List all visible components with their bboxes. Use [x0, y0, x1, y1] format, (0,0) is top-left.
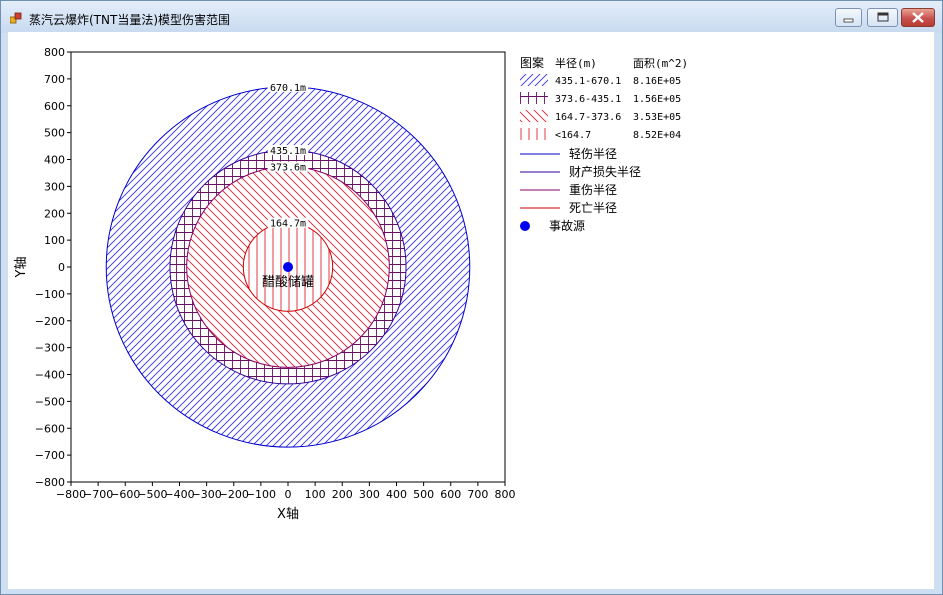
y-tick-label: 100	[44, 234, 65, 247]
x-tick-label: 500	[413, 488, 434, 501]
x-tick-label: 100	[305, 488, 326, 501]
x-tick-label: 200	[332, 488, 353, 501]
legend-swatch-3	[520, 128, 548, 140]
close-button[interactable]	[901, 8, 935, 27]
legend-line-label-0: 轻伤半径	[569, 147, 617, 161]
app-window: 蒸汽云爆炸(TNT当量法)模型伤害范围 670.1m 435.1m 373.6m…	[0, 0, 943, 595]
radius-label-3: 164.7m	[270, 219, 306, 230]
legend-range-0: 435.1-670.1	[555, 76, 621, 87]
y-tick-label: 500	[44, 127, 65, 140]
legend-swatch-2	[520, 110, 548, 122]
y-tick-label: −500	[35, 395, 65, 408]
legend-header-radius: 半径(m)	[555, 56, 597, 70]
x-tick-label: −500	[137, 488, 167, 501]
legend-source-label: 事故源	[549, 218, 585, 233]
title-bar[interactable]: 蒸汽云爆炸(TNT当量法)模型伤害范围	[1, 1, 942, 33]
y-tick-label: −700	[35, 449, 65, 462]
y-tick-label: 400	[44, 154, 65, 167]
y-tick-label: 200	[44, 207, 65, 220]
legend-area-1: 1.56E+05	[633, 94, 681, 105]
legend-area-0: 8.16E+05	[633, 76, 681, 87]
x-tick-label: 300	[359, 488, 380, 501]
y-tick-label: −300	[35, 342, 65, 355]
y-tick-label: 600	[44, 100, 65, 113]
legend-range-3: <164.7	[555, 130, 591, 141]
damage-range-chart: 670.1m435.1m373.6m164.7m醋酸储罐 −800−700−60…	[14, 46, 688, 522]
y-tick-label: 300	[44, 180, 65, 193]
x-tick-label: −300	[192, 488, 222, 501]
minimize-button[interactable]	[835, 8, 862, 27]
x-tick-label: 600	[440, 488, 461, 501]
legend-line-label-2: 重伤半径	[569, 183, 617, 197]
x-axis-title: X轴	[277, 507, 299, 522]
radius-label-1: 435.1m	[270, 146, 306, 157]
radius-label-0: 670.1m	[270, 83, 306, 94]
legend-range-1: 373.6-435.1	[555, 94, 621, 105]
legend-header-area: 面积(m^2)	[633, 57, 688, 70]
legend-swatch-0	[520, 74, 548, 86]
y-tick-label: −200	[35, 315, 65, 328]
legend-header-pattern: 图案	[520, 55, 544, 70]
y-tick-label: 700	[44, 73, 65, 86]
x-tick-label: 700	[467, 488, 488, 501]
legend-line-label-3: 死亡半径	[569, 201, 617, 215]
legend-swatch-1	[520, 92, 548, 104]
x-tick-label: −600	[110, 488, 140, 501]
x-tick-label: −100	[246, 488, 276, 501]
y-tick-label: −400	[35, 369, 65, 382]
app-icon	[10, 12, 22, 24]
close-icon	[912, 12, 924, 23]
maximize-button[interactable]	[867, 8, 898, 27]
window-title: 蒸汽云爆炸(TNT当量法)模型伤害范围	[29, 13, 231, 27]
y-tick-label: 800	[44, 46, 65, 59]
maximize-icon	[877, 12, 889, 22]
legend-area-2: 3.53E+05	[633, 112, 681, 123]
legend-line-label-1: 财产损失半径	[569, 164, 641, 179]
y-tick-label: −600	[35, 422, 65, 435]
y-tick-label: 0	[58, 261, 65, 274]
y-axis-title: Y轴	[14, 257, 29, 279]
legend-range-2: 164.7-373.6	[555, 112, 621, 123]
legend-area-3: 8.52E+04	[633, 130, 681, 141]
y-tick-label: −800	[35, 476, 65, 489]
x-tick-label: 800	[495, 488, 516, 501]
x-tick-label: 0	[285, 488, 292, 501]
accident-source-marker	[283, 262, 293, 272]
x-tick-label: −200	[219, 488, 249, 501]
radius-label-2: 373.6m	[270, 163, 306, 174]
y-tick-label: −100	[35, 288, 65, 301]
chart-area: 670.1m 435.1m 373.6m 164.7m 醋酸储罐 −800 −700 −60…	[8, 32, 934, 589]
minimize-icon	[843, 18, 854, 23]
x-tick-label: 400	[386, 488, 407, 501]
source-label: 醋酸储罐	[262, 274, 314, 290]
legend-source-marker	[520, 221, 530, 231]
x-tick-label: −400	[164, 488, 194, 501]
x-tick-label: −700	[83, 488, 113, 501]
x-tick-label: −800	[56, 488, 86, 501]
